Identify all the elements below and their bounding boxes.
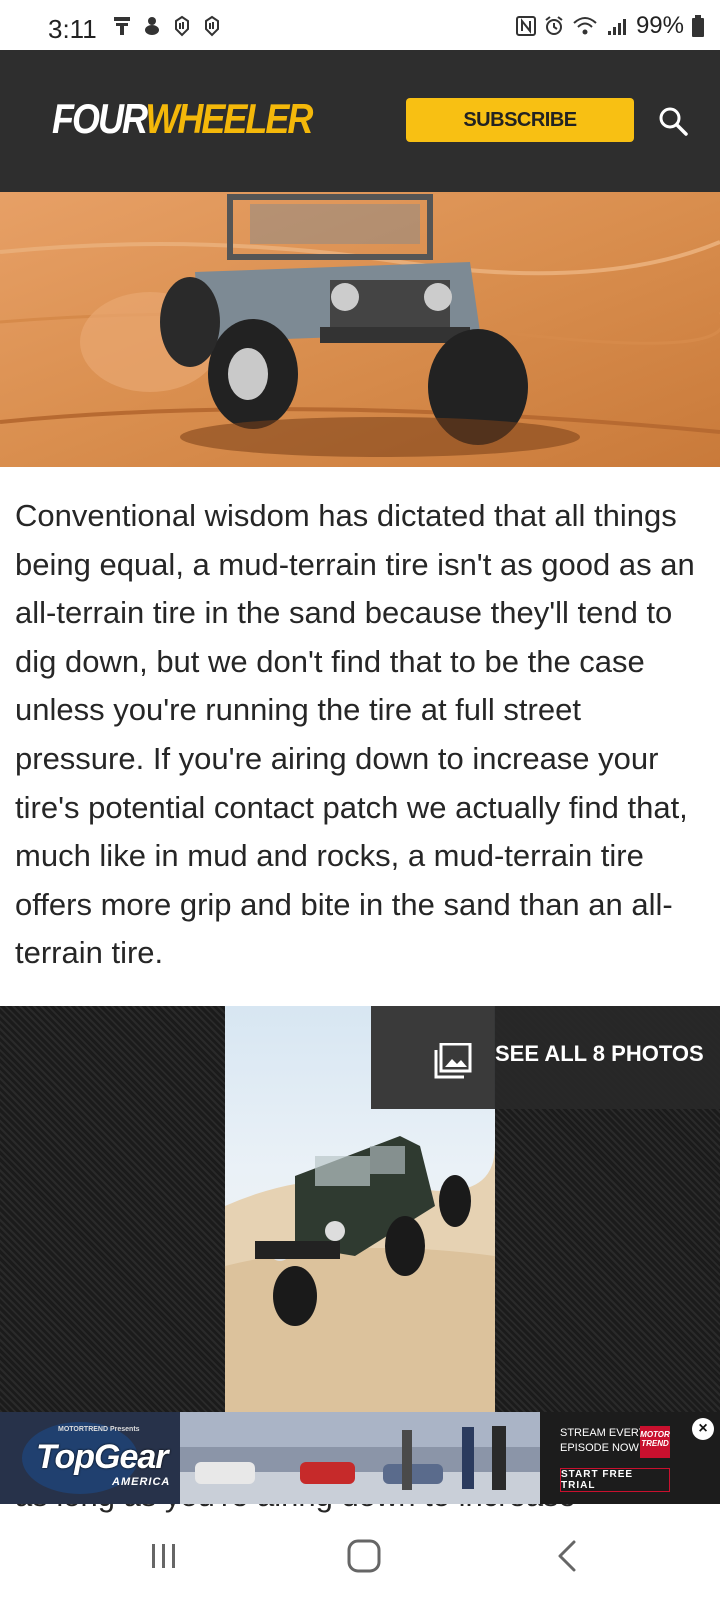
site-logo[interactable]: FOURWHEELER (52, 94, 313, 143)
home-icon[interactable] (344, 1536, 384, 1576)
ad-title: TopGear (36, 1438, 169, 1476)
wifi-icon (573, 17, 597, 35)
status-left-icons (112, 15, 222, 37)
subscribe-button[interactable]: SUBSCRIBE (406, 98, 634, 142)
ad-subtitle: AMERICA (112, 1476, 171, 1488)
gallery-icon-background (371, 1006, 494, 1109)
article-paragraph: Conventional wisdom has dictated that al… (15, 498, 695, 971)
alarm-icon (545, 16, 563, 35)
battery-percent: 99% (635, 12, 684, 39)
logo-four: FOUR (52, 94, 147, 142)
photo-gallery-icon (434, 1043, 472, 1079)
status-right-icons: 99% (515, 12, 704, 40)
ad-presents-text: MOTORTREND Presents (58, 1426, 140, 1433)
article-peek-text: as long as you're airing down to increas… (15, 1504, 710, 1514)
ad-close-icon[interactable]: × (692, 1418, 714, 1440)
status-bar: 3:11 99% (0, 0, 720, 50)
hand-icon (175, 15, 189, 37)
ad-stream-line2: EPISODE NOW (560, 1442, 639, 1454)
article-peek-line: as long as you're airing down to increas… (15, 1504, 710, 1514)
logo-wheeler: WHEELER (145, 94, 313, 142)
nfc-icon (515, 16, 536, 36)
back-icon[interactable] (548, 1536, 588, 1576)
notification-icon (145, 17, 159, 35)
hero-image (0, 192, 720, 467)
signal-icon (607, 19, 626, 35)
motortrend-badge: MOTOR TREND (640, 1426, 670, 1458)
ad-banner[interactable]: MOTORTREND Presents TopGear AMERICA STRE… (0, 1412, 720, 1504)
start-free-trial-button[interactable]: START FREE TRIAL (560, 1468, 670, 1492)
hand-icon (205, 15, 219, 37)
recent-apps-icon[interactable] (144, 1536, 184, 1576)
search-icon[interactable] (656, 104, 690, 138)
site-header: FOURWHEELER SUBSCRIBE (0, 50, 720, 192)
see-all-photos-label: SEE ALL 8 PHOTOS (495, 1041, 704, 1066)
photo-gallery[interactable]: SEE ALL 8 PHOTOS (0, 1006, 720, 1412)
system-nav-bar (0, 1514, 720, 1600)
see-all-photos-button[interactable]: SEE ALL 8 PHOTOS (371, 1006, 720, 1109)
ad-stream-line1: STREAM EVERY (560, 1427, 646, 1439)
notification-icon (114, 17, 130, 35)
battery-icon (692, 15, 704, 37)
status-time: 3:11 (48, 14, 97, 44)
